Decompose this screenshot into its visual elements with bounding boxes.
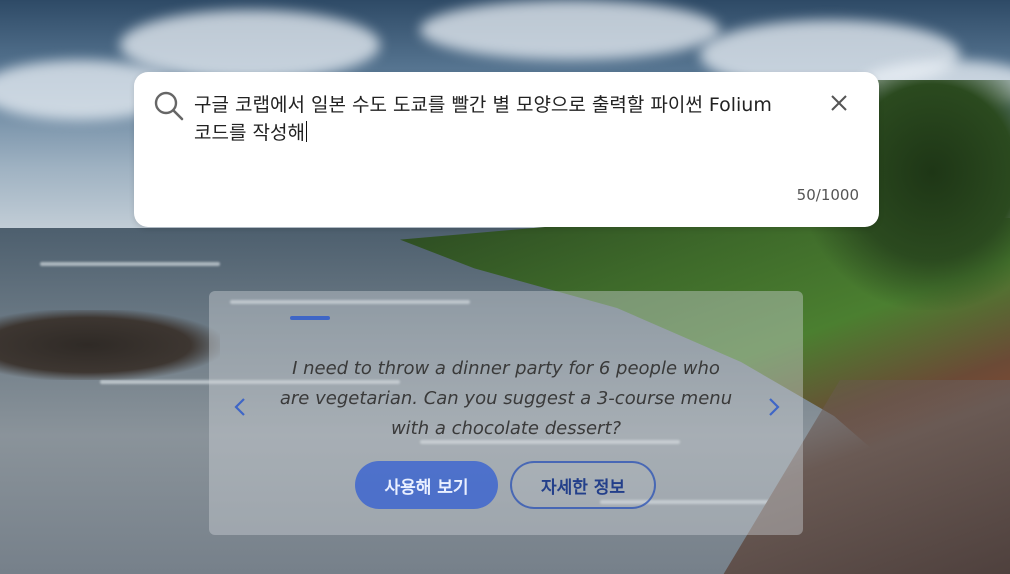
search-query-text: 구글 코랩에서 일본 수도 도쿄를 빨간 별 모양으로 출력할 파이썬 Foli… [194, 94, 772, 144]
text-caret [305, 121, 307, 142]
search-input[interactable]: 구글 코랩에서 일본 수도 도쿄를 빨간 별 모양으로 출력할 파이썬 Foli… [194, 91, 784, 147]
search-box[interactable]: 구글 코랩에서 일본 수도 도쿄를 빨간 별 모양으로 출력할 파이썬 Foli… [134, 72, 879, 227]
prev-suggestion-button[interactable] [229, 395, 253, 419]
suggestion-prompt: I need to throw a dinner party for 6 peo… [279, 358, 733, 439]
clear-button[interactable] [824, 90, 854, 120]
learn-more-button[interactable]: 자세한 정보 [510, 461, 656, 509]
chevron-right-icon [761, 398, 785, 423]
character-counter: 50/1000 [796, 186, 859, 204]
close-icon [830, 94, 848, 116]
search-icon [152, 89, 186, 123]
try-it-button[interactable]: 사용해 보기 [355, 461, 498, 509]
suggestion-card: I need to throw a dinner party for 6 peo… [209, 291, 803, 535]
next-suggestion-button[interactable] [761, 395, 785, 419]
chevron-left-icon [229, 398, 253, 423]
carousel-indicator [290, 316, 330, 320]
